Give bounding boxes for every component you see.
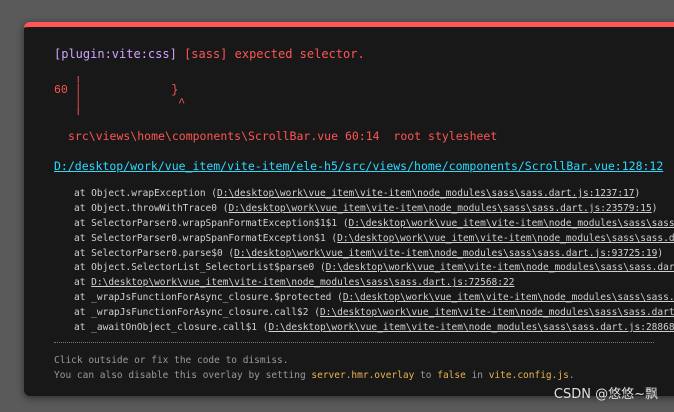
stack-frame-link[interactable]: D:\desktop\work\vue_item\vite-item\node_… [217, 188, 635, 199]
stack-frame-end: ) [651, 202, 658, 214]
source-file-link[interactable]: D:/desktop/work/vue_item/vite-item/ele-h… [54, 159, 663, 173]
stack-trace: at Object.wrapException (D:\desktop\work… [74, 187, 674, 336]
config-file: vite.config.js [488, 370, 569, 381]
stack-frame: at SelectorParser0.wrapSpanFormatExcepti… [74, 232, 674, 247]
config-value: false [437, 370, 466, 381]
dismiss-tip: Click outside or fix the code to dismiss… [54, 355, 289, 366]
stack-frame: at Object.SelectorList_SelectorList$pars… [74, 261, 674, 276]
stack-frame-link[interactable]: D:\desktop\work\vue_item\vite-item\node_… [228, 203, 651, 214]
error-message: [plugin:vite:css] [sass] expected select… [54, 47, 365, 61]
tip-text: to [414, 370, 438, 381]
stack-frame-link[interactable]: D:\desktop\work\vue_item\vite-item\node_… [349, 218, 674, 229]
code-frame-line: │ ^ [54, 97, 186, 110]
stack-frame-link[interactable]: D:\desktop\work\vue_item\vite-item\node_… [234, 248, 657, 259]
stack-frame-link[interactable]: D:\desktop\work\vue_item\vite-item\node_… [268, 322, 674, 333]
config-key: server.hmr.overlay [311, 370, 415, 381]
stack-frame: at Object.throwWithTrace0 (D:\desktop\wo… [74, 202, 674, 217]
stack-frame-end: ) [634, 188, 641, 199]
stack-frame-end: ) [657, 247, 664, 259]
plugin-label: [plugin:vite:css] [54, 47, 177, 61]
stack-frame-link[interactable]: D:\desktop\work\vue_item\vite-item\node_… [337, 233, 674, 244]
code-frame-line: ╷ [54, 71, 82, 84]
stack-frame-fn: at [74, 277, 92, 289]
stack-frame: at D:\desktop\work\vue_item\vite-item\no… [74, 276, 674, 291]
stack-frame: at _awaitOnObject_closure.call$1 (D:\des… [74, 321, 674, 336]
stack-frame-fn: at SelectorParser0.wrapSpanFormatExcepti… [74, 217, 349, 229]
stack-frame-fn: at _awaitOnObject_closure.call$1 ( [74, 322, 269, 334]
code-frame-line: 60 │ } [54, 84, 179, 97]
divider [54, 342, 654, 343]
disable-overlay-tip: You can also disable this overlay by set… [54, 370, 575, 381]
stack-frame-fn: at Object.SelectorList_SelectorList$pars… [74, 262, 326, 274]
stack-frame: at Object.wrapException (D:\desktop\work… [74, 187, 674, 202]
stack-frame: at _wrapJsFunctionForAsync_closure.call$… [74, 306, 674, 321]
tip-text: You can also disable this overlay by set… [54, 370, 312, 381]
stack-frame-fn: at SelectorParser0.wrapSpanFormatExcepti… [74, 232, 338, 244]
stack-frame-fn: at Object.throwWithTrace0 ( [74, 202, 229, 214]
stack-frame: at SelectorParser0.wrapSpanFormatExcepti… [74, 217, 674, 232]
stack-frame-fn: at Object.wrapException ( [74, 188, 217, 199]
stack-frame-link[interactable]: D:\desktop\work\vue_item\vite-item\node_… [326, 262, 674, 273]
stack-frame-fn: at SelectorParser0.parse$0 ( [74, 247, 235, 259]
stack-frame-link[interactable]: D:\desktop\work\vue_item\vite-item\node_… [91, 277, 514, 288]
error-file-location: src\views\home\components\ScrollBar.vue … [68, 129, 498, 143]
error-text: [sass] expected selector. [184, 47, 365, 61]
error-overlay: [plugin:vite:css] [sass] expected select… [24, 22, 674, 396]
code-frame-line: ╵ [54, 110, 82, 123]
stack-frame: at SelectorParser0.parse$0 (D:\desktop\w… [74, 247, 674, 262]
stack-frame-fn: at _wrapJsFunctionForAsync_closure.$prot… [74, 292, 343, 304]
stack-frame: at _wrapJsFunctionForAsync_closure.$prot… [74, 291, 674, 306]
code-frame: ╷ 60 │ } │ ^ ╵ [54, 71, 185, 123]
watermark: CSDN @悠悠~飘 [553, 387, 658, 402]
stack-frame-fn: at _wrapJsFunctionForAsync_closure.call$… [74, 307, 320, 319]
tip-text: in [465, 370, 489, 381]
stack-frame-link[interactable]: D:\desktop\work\vue_item\vite-item\node_… [343, 292, 674, 303]
stack-frame-link[interactable]: D:\desktop\work\vue_item\vite-item\node_… [320, 307, 674, 318]
tip-text: . [568, 370, 575, 381]
